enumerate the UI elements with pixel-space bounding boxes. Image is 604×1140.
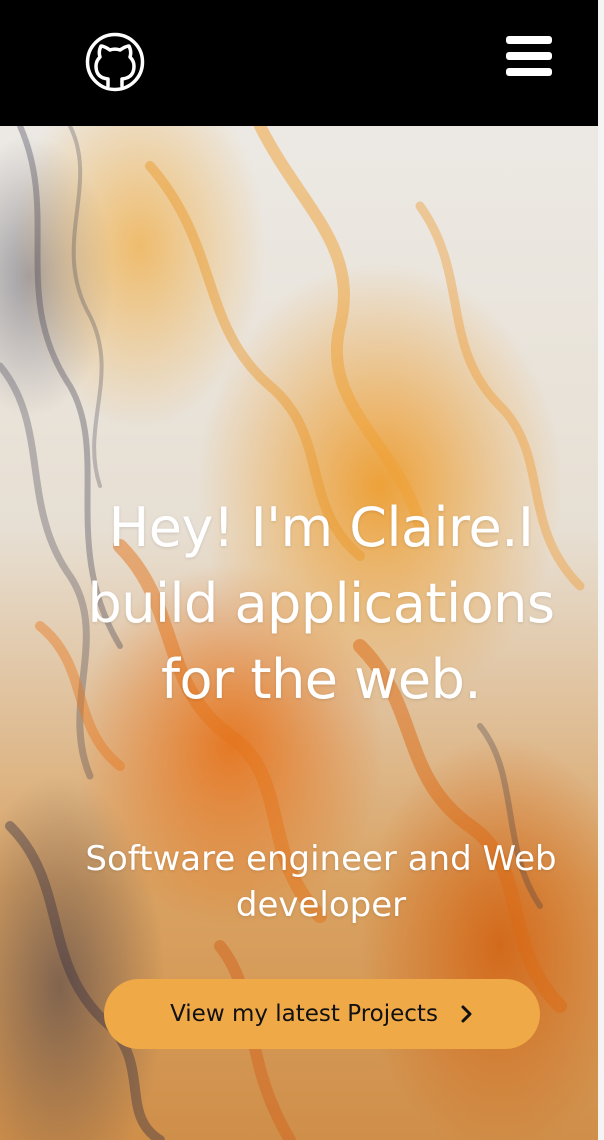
navbar bbox=[0, 0, 598, 126]
hero-headline: Hey! I'm Claire.I build applications for… bbox=[87, 496, 555, 711]
hero-section: Hey! I'm Claire.I build applications for… bbox=[0, 126, 598, 1140]
view-projects-button[interactable]: View my latest Projects bbox=[104, 979, 540, 1049]
hero-subheadline: Software engineer and Web developer bbox=[85, 839, 557, 925]
menu-bar bbox=[506, 52, 552, 60]
view-projects-label: View my latest Projects bbox=[170, 1001, 438, 1027]
chevron-right-icon bbox=[461, 1005, 472, 1023]
menu-bar bbox=[506, 68, 552, 76]
hamburger-menu-icon[interactable] bbox=[506, 36, 552, 76]
menu-bar bbox=[506, 36, 552, 44]
github-icon[interactable] bbox=[84, 32, 146, 92]
page-edge bbox=[598, 0, 604, 1140]
